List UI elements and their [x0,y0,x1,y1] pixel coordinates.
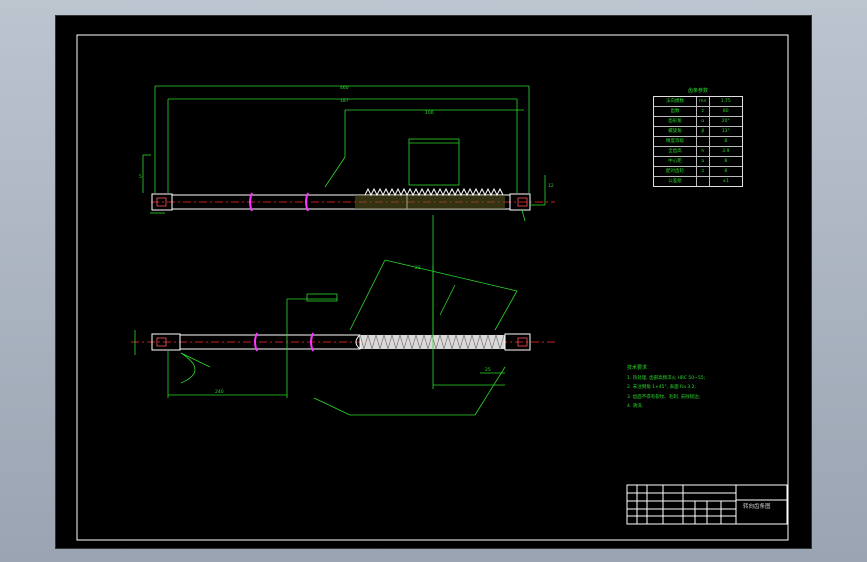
parameters-table-row: 公差组 ±1 [654,176,742,186]
left-dim-label: 5 [139,174,142,180]
parameters-table: 齿条参数 法向模数 mn 1.75 齿数 z 80 齿形角 α 20° 螺旋角 β 13° 精度等级 8 全… [653,87,743,187]
tech-req-line-3: 3. 齿面不得有裂纹、毛刺, 去除锐边; [627,394,701,400]
parameters-table-cell-val: 8 [724,139,728,144]
parameters-table-row: 螺旋角 β 13° [654,126,742,136]
parameters-table-row: 精度等级 8 [654,136,742,146]
parameters-table-body: 法向模数 mn 1.75 齿数 z 80 齿形角 α 20° 螺旋角 β 13° 精度等级 8 全齿高 h 3.… [653,96,743,187]
rack-length-label: 100 [425,110,434,116]
parameters-table-cell-name: 全齿高 [654,147,698,156]
parameters-table-cell-name: 法向模数 [654,97,698,106]
parameters-table-cell-name: 螺旋角 [654,127,698,136]
parameters-table-cell-val: 3.9 [722,149,730,154]
parameters-table-cell-val: ±1 [722,179,730,184]
tech-req-line-4: 4. 清洗. [627,404,644,409]
parameters-table-cell-name: 齿形角 [654,117,698,126]
overall-length-label: 460 [340,85,349,91]
parameters-table-cell-name: 中心距 [654,157,698,166]
parameters-table-cell-sym: h [697,147,710,156]
drawing-name: 转向齿条图 [743,502,771,510]
parameters-table-cell-name: 精度等级 [654,137,698,146]
tech-req-title: 技术要求 [627,365,648,371]
tech-req-line-2: 2. 未注倒角 1×45°, 表面 Ra 3.2; [627,385,696,390]
tech-req-line-1: 1. 热处理, 齿部高频淬火 HRC 50~55; [627,375,706,381]
rack-front-view [131,332,555,352]
rack-teeth-top [364,187,504,197]
parameters-table-cell-sym: β [697,127,710,136]
parameters-table-row: 齿形角 α 20° [654,116,742,126]
parameters-table-cell-sym: mn [697,97,710,106]
parameters-table-cell-val: 8 [724,159,728,164]
parameters-table-cell-sym: a [697,157,710,166]
slant-dim-label: 22 [415,265,421,271]
parameters-table-cell-val: 1.75 [720,99,731,104]
parameters-table-cell-sym: z [697,107,710,116]
parameters-table-row: 法向模数 mn 1.75 [654,97,742,106]
rack-top-view [151,187,555,212]
bottom-length-label: 240 [215,389,224,395]
parameters-table-row: 齿数 z 80 [654,106,742,116]
parameters-table-cell-val: 20° [721,119,730,124]
parameters-table-cell-name: 公差组 [654,177,698,186]
rack-width-label: 25 [485,367,491,373]
top-dimensions [142,85,546,335]
parameters-table-row: 中心距 a 8 [654,156,742,166]
parameters-table-cell-sym [697,137,710,146]
parameters-table-cell-val: 80 [722,109,729,114]
parameters-table-cell-sym: α [697,117,710,126]
parameters-table-title: 齿条参数 [687,88,708,94]
parameters-table-row: 配对齿轮 z 8 [654,166,742,176]
parameters-table-row: 全齿高 h 3.9 [654,146,742,156]
parameters-table-cell-val: 8 [724,169,728,174]
cad-drawing-viewport[interactable]: 460 187 100 5 12 240 25 22 转向齿条图 齿条参数 法向… [55,15,812,549]
technical-requirements: 技术要求 1. 热处理, 齿部高频淬火 HRC 50~55; 2. 未注倒角 1… [627,364,807,412]
thread-length-label: 187 [340,98,349,104]
right-dim-label: 12 [548,183,554,189]
parameters-table-cell-sym [697,177,710,186]
parameters-table-cell-val: 13° [721,129,730,134]
parameters-table-cell-name: 配对齿轮 [654,167,698,176]
parameters-table-cell-sym: z [697,167,710,176]
parameters-table-cell-name: 齿数 [654,107,698,116]
